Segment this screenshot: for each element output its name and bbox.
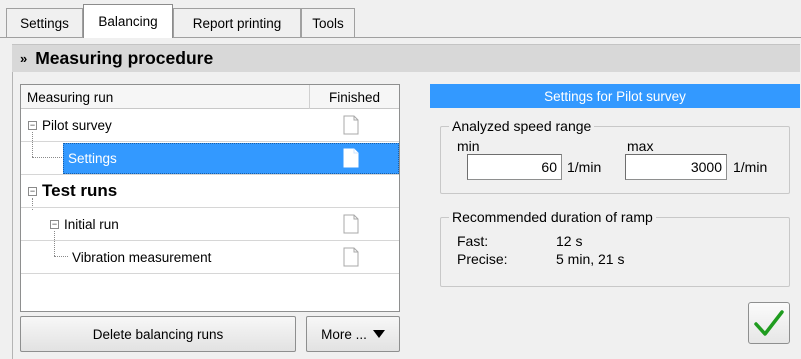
- collapse-icon[interactable]: −: [28, 187, 37, 196]
- confirm-button[interactable]: [748, 302, 790, 344]
- precise-value: 5 min, 21 s: [556, 251, 625, 267]
- max-unit-label: 1/min: [733, 159, 768, 175]
- group-title: Analyzed speed range: [449, 118, 595, 134]
- document-icon: [343, 115, 359, 135]
- tree-header: Measuring run Finished: [21, 85, 399, 109]
- tab-label: Report printing: [192, 16, 282, 31]
- triangle-down-icon: [372, 330, 385, 338]
- tab-report-printing[interactable]: Report printing: [173, 8, 301, 38]
- tab-settings[interactable]: Settings: [6, 8, 83, 38]
- tab-label: Tools: [312, 16, 344, 31]
- tree-row-label: Pilot survey: [42, 117, 112, 133]
- collapse-icon[interactable]: −: [50, 220, 59, 229]
- tree-row-label: Vibration measurement: [72, 249, 212, 265]
- tab-bar: Settings Balancing Report printing Tools: [0, 0, 801, 38]
- panel-title: Settings for Pilot survey: [430, 84, 800, 108]
- measuring-run-tree[interactable]: Measuring run Finished − Pilot survey Se…: [20, 84, 400, 312]
- column-header-finished[interactable]: Finished: [309, 85, 399, 109]
- button-label: More ...: [321, 326, 367, 342]
- tree-row-pilot-survey[interactable]: − Pilot survey: [21, 109, 399, 142]
- document-icon: [343, 247, 359, 267]
- min-speed-input[interactable]: 60: [467, 154, 562, 180]
- collapse-icon[interactable]: −: [28, 121, 37, 130]
- tab-label: Settings: [20, 16, 69, 31]
- max-label: max: [627, 138, 654, 154]
- speed-range-group: Analyzed speed range min 60 1/min max 30…: [440, 118, 790, 194]
- group-title: Recommended duration of ramp: [449, 209, 656, 225]
- document-icon: [343, 148, 359, 168]
- double-chevron-down-icon[interactable]: »: [20, 51, 27, 66]
- section-title: Measuring procedure: [35, 48, 214, 68]
- checkmark-icon: [754, 310, 784, 336]
- tree-row-label: Initial run: [64, 216, 119, 232]
- settings-panel: Settings for Pilot survey Analyzed speed…: [430, 84, 800, 359]
- more-button[interactable]: More ...: [306, 316, 400, 352]
- tree-row-vibration-measurement[interactable]: Vibration measurement: [21, 241, 399, 274]
- section-header[interactable]: » Measuring procedure: [12, 44, 800, 72]
- tab-tools[interactable]: Tools: [301, 8, 355, 38]
- tree-row-test-runs[interactable]: − Test runs: [21, 175, 399, 208]
- delete-balancing-runs-button[interactable]: Delete balancing runs: [20, 316, 296, 352]
- button-label: Delete balancing runs: [92, 326, 224, 342]
- tab-balancing[interactable]: Balancing: [83, 4, 173, 38]
- tree-row-settings[interactable]: Settings: [21, 142, 399, 175]
- column-header-measuring-run[interactable]: Measuring run: [27, 85, 113, 109]
- tab-label: Balancing: [98, 14, 158, 29]
- fast-value: 12 s: [556, 233, 583, 249]
- section-left-edge: [12, 72, 13, 359]
- tree-row-label: Test runs: [42, 181, 118, 200]
- max-speed-input[interactable]: 3000: [625, 154, 727, 180]
- tree-row-label: Settings: [68, 150, 117, 166]
- ramp-duration-group: Recommended duration of ramp Fast: 12 s …: [440, 209, 790, 287]
- tree-row-initial-run[interactable]: − Initial run: [21, 208, 399, 241]
- min-label: min: [457, 138, 480, 154]
- fast-label: Fast:: [457, 233, 489, 249]
- document-icon: [343, 214, 359, 234]
- precise-label: Precise:: [457, 251, 508, 267]
- min-unit-label: 1/min: [567, 159, 602, 175]
